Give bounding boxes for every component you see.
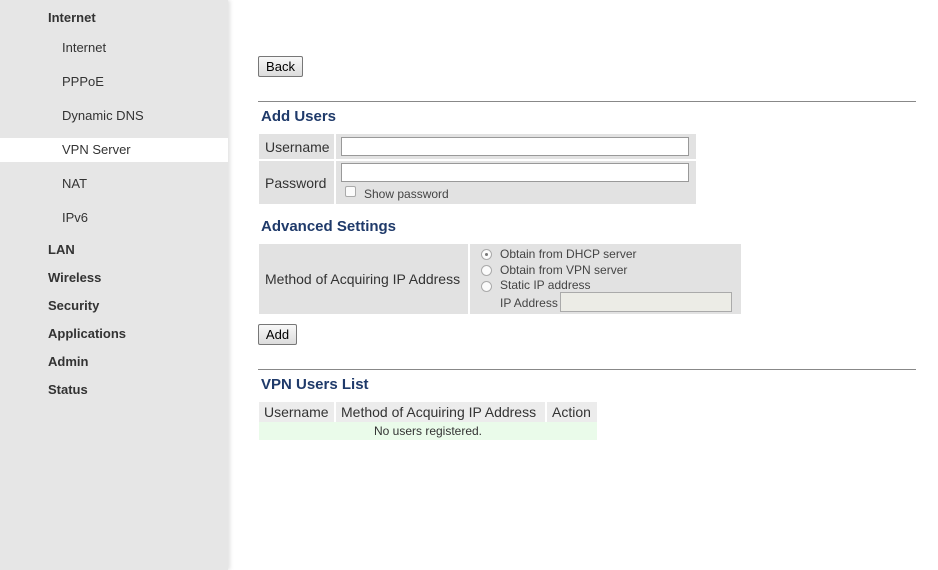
radio-static-label[interactable]: Static IP address bbox=[500, 278, 591, 292]
nav-sub-nat[interactable]: NAT bbox=[0, 172, 228, 196]
radio-dhcp[interactable] bbox=[481, 249, 492, 260]
sidebar-nav: Internet Internet PPPoE Dynamic DNS VPN … bbox=[0, 0, 228, 570]
column-username: Username bbox=[259, 402, 334, 422]
nav-internet[interactable]: Internet bbox=[48, 10, 96, 25]
password-cell: Show password bbox=[336, 161, 696, 204]
method-label: Method of Acquiring IP Address bbox=[259, 244, 468, 314]
show-password-label[interactable]: Show password bbox=[364, 187, 449, 201]
divider bbox=[258, 101, 916, 102]
password-input[interactable] bbox=[341, 163, 689, 182]
username-cell bbox=[336, 134, 696, 159]
nav-sub-dynamic-dns[interactable]: Dynamic DNS bbox=[0, 104, 228, 128]
nav-lan[interactable]: LAN bbox=[48, 242, 75, 257]
vpn-users-list-title: VPN Users List bbox=[261, 376, 369, 393]
radio-vpn-label[interactable]: Obtain from VPN server bbox=[500, 263, 627, 277]
nav-applications[interactable]: Applications bbox=[48, 326, 126, 341]
nav-admin[interactable]: Admin bbox=[48, 354, 88, 369]
divider bbox=[258, 369, 916, 370]
nav-sub-ipv6[interactable]: IPv6 bbox=[0, 206, 228, 230]
nav-sub-internet[interactable]: Internet bbox=[0, 36, 228, 60]
radio-dhcp-label[interactable]: Obtain from DHCP server bbox=[500, 247, 636, 261]
nav-status[interactable]: Status bbox=[48, 382, 88, 397]
radio-vpn[interactable] bbox=[481, 265, 492, 276]
nav-sub-pppoe[interactable]: PPPoE bbox=[0, 70, 228, 94]
main-content: Back Add Users Username Password Show pa… bbox=[228, 0, 938, 570]
nav-wireless[interactable]: Wireless bbox=[48, 270, 101, 285]
method-options-cell: Obtain from DHCP server Obtain from VPN … bbox=[470, 244, 741, 314]
ip-address-label: IP Address bbox=[500, 296, 558, 310]
add-button[interactable]: Add bbox=[258, 324, 297, 345]
nav-sub-vpn-server[interactable]: VPN Server bbox=[0, 138, 228, 162]
radio-static[interactable] bbox=[481, 281, 492, 292]
ip-address-input[interactable] bbox=[560, 292, 732, 312]
username-input[interactable] bbox=[341, 137, 689, 156]
nav-security[interactable]: Security bbox=[48, 298, 99, 313]
add-users-title: Add Users bbox=[261, 108, 337, 125]
back-button[interactable]: Back bbox=[258, 56, 303, 77]
column-action: Action bbox=[547, 402, 597, 422]
password-label: Password bbox=[259, 161, 334, 204]
show-password-checkbox[interactable] bbox=[345, 186, 356, 197]
advanced-settings-title: Advanced Settings bbox=[261, 218, 397, 235]
empty-users-message: No users registered. bbox=[259, 422, 597, 440]
username-label: Username bbox=[259, 134, 334, 159]
column-method: Method of Acquiring IP Address bbox=[336, 402, 545, 422]
